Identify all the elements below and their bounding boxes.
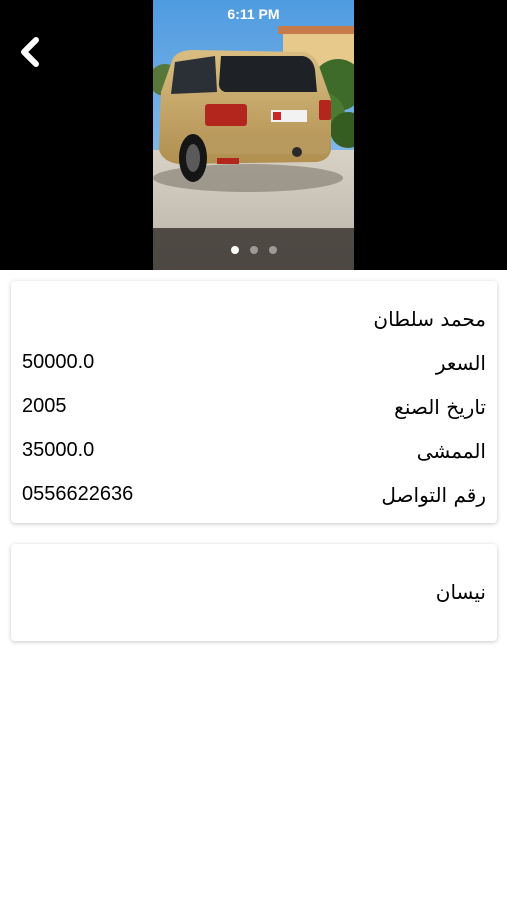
owner-name: محمد سلطان [373, 307, 486, 331]
chevron-left-icon [21, 37, 39, 67]
photo-header: 6:11 PM [0, 0, 507, 270]
contact-number-label: رقم التواصل [381, 483, 486, 507]
car-photo[interactable] [153, 0, 354, 270]
price-row: السعر 50000.0 [22, 351, 486, 381]
pager-dot-1[interactable] [230, 246, 239, 254]
price-value: 50000.0 [22, 351, 95, 373]
gallery-pager[interactable] [0, 246, 507, 254]
details-card: محمد سلطان السعر 50000.0 تاريخ الصنع 200… [11, 281, 497, 523]
pager-dot-3[interactable] [268, 246, 277, 254]
pager-dot-2[interactable] [249, 246, 258, 254]
mileage-value: 35000.0 [22, 439, 95, 461]
back-button[interactable] [12, 32, 48, 72]
manufacture-year-value: 2005 [22, 395, 67, 417]
contact-number-value[interactable]: 0556622636 [22, 483, 133, 506]
price-label: السعر [435, 351, 486, 375]
mileage-row: الممشى 35000.0 [22, 439, 486, 469]
brand-card: نيسان [11, 544, 497, 641]
manufacture-year-row: تاريخ الصنع 2005 [22, 395, 486, 425]
manufacture-year-label: تاريخ الصنع [394, 395, 486, 419]
brand-name: نيسان [435, 580, 486, 604]
mileage-label: الممشى [416, 439, 486, 463]
contact-number-row: رقم التواصل 0556622636 [22, 483, 486, 513]
status-bar-time: 6:11 PM [227, 6, 280, 22]
